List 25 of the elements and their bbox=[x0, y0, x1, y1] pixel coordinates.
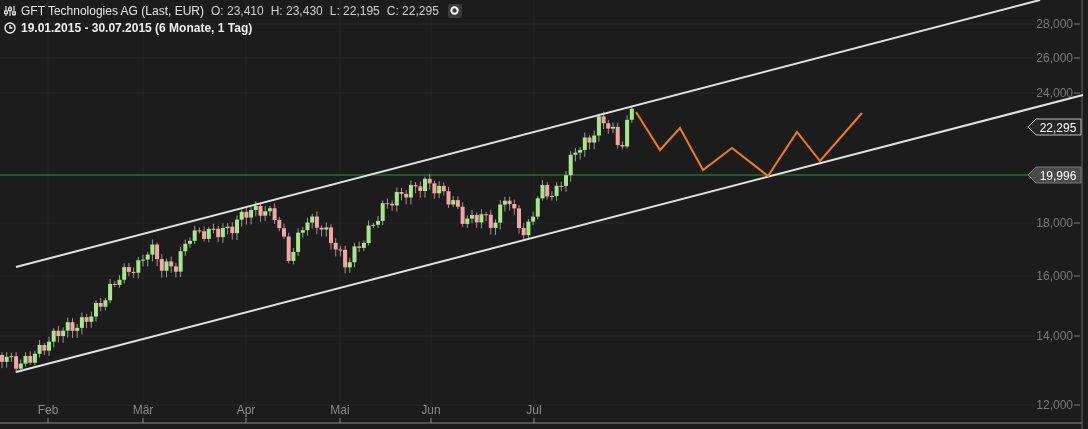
sliders-icon[interactable] bbox=[4, 4, 16, 17]
y-axis-label: 16,000 bbox=[1036, 269, 1073, 283]
ohlc-value: C: 22,295 bbox=[386, 3, 439, 18]
x-axis-label: Mär bbox=[132, 403, 154, 417]
options-button[interactable] bbox=[447, 3, 462, 18]
ohlc-value: O: 23,410 bbox=[210, 3, 264, 18]
y-axis-label: 12,000 bbox=[1036, 398, 1073, 412]
price-tag: 19,996 bbox=[1027, 166, 1082, 184]
x-axis-label: Apr bbox=[236, 403, 256, 417]
y-axis-label: 14,000 bbox=[1036, 329, 1073, 343]
circle-icon bbox=[450, 6, 460, 15]
ohlc-value: H: 23,430 bbox=[270, 3, 323, 18]
x-axis-label: Jun bbox=[421, 403, 441, 417]
y-axis-label: 26,000 bbox=[1036, 51, 1073, 65]
clock-icon bbox=[4, 21, 16, 34]
x-axis-label: Feb bbox=[37, 403, 59, 417]
x-axis-label: Jul bbox=[526, 403, 542, 417]
y-axis-label: 18,000 bbox=[1036, 216, 1073, 230]
chart-title: GFT Technologies AG (Last, EUR) bbox=[21, 3, 204, 18]
price-tag: 22,295 bbox=[1027, 118, 1082, 136]
date-range: 19.01.2015 - 30.07.2015 (6 Monate, 1 Tag) bbox=[21, 20, 253, 35]
y-axis-label: 24,000 bbox=[1036, 86, 1073, 100]
x-axis-label: Mai bbox=[330, 403, 350, 417]
ohlc-value: L: 22,195 bbox=[329, 3, 380, 18]
y-axis-label: 28,000 bbox=[1036, 17, 1073, 31]
